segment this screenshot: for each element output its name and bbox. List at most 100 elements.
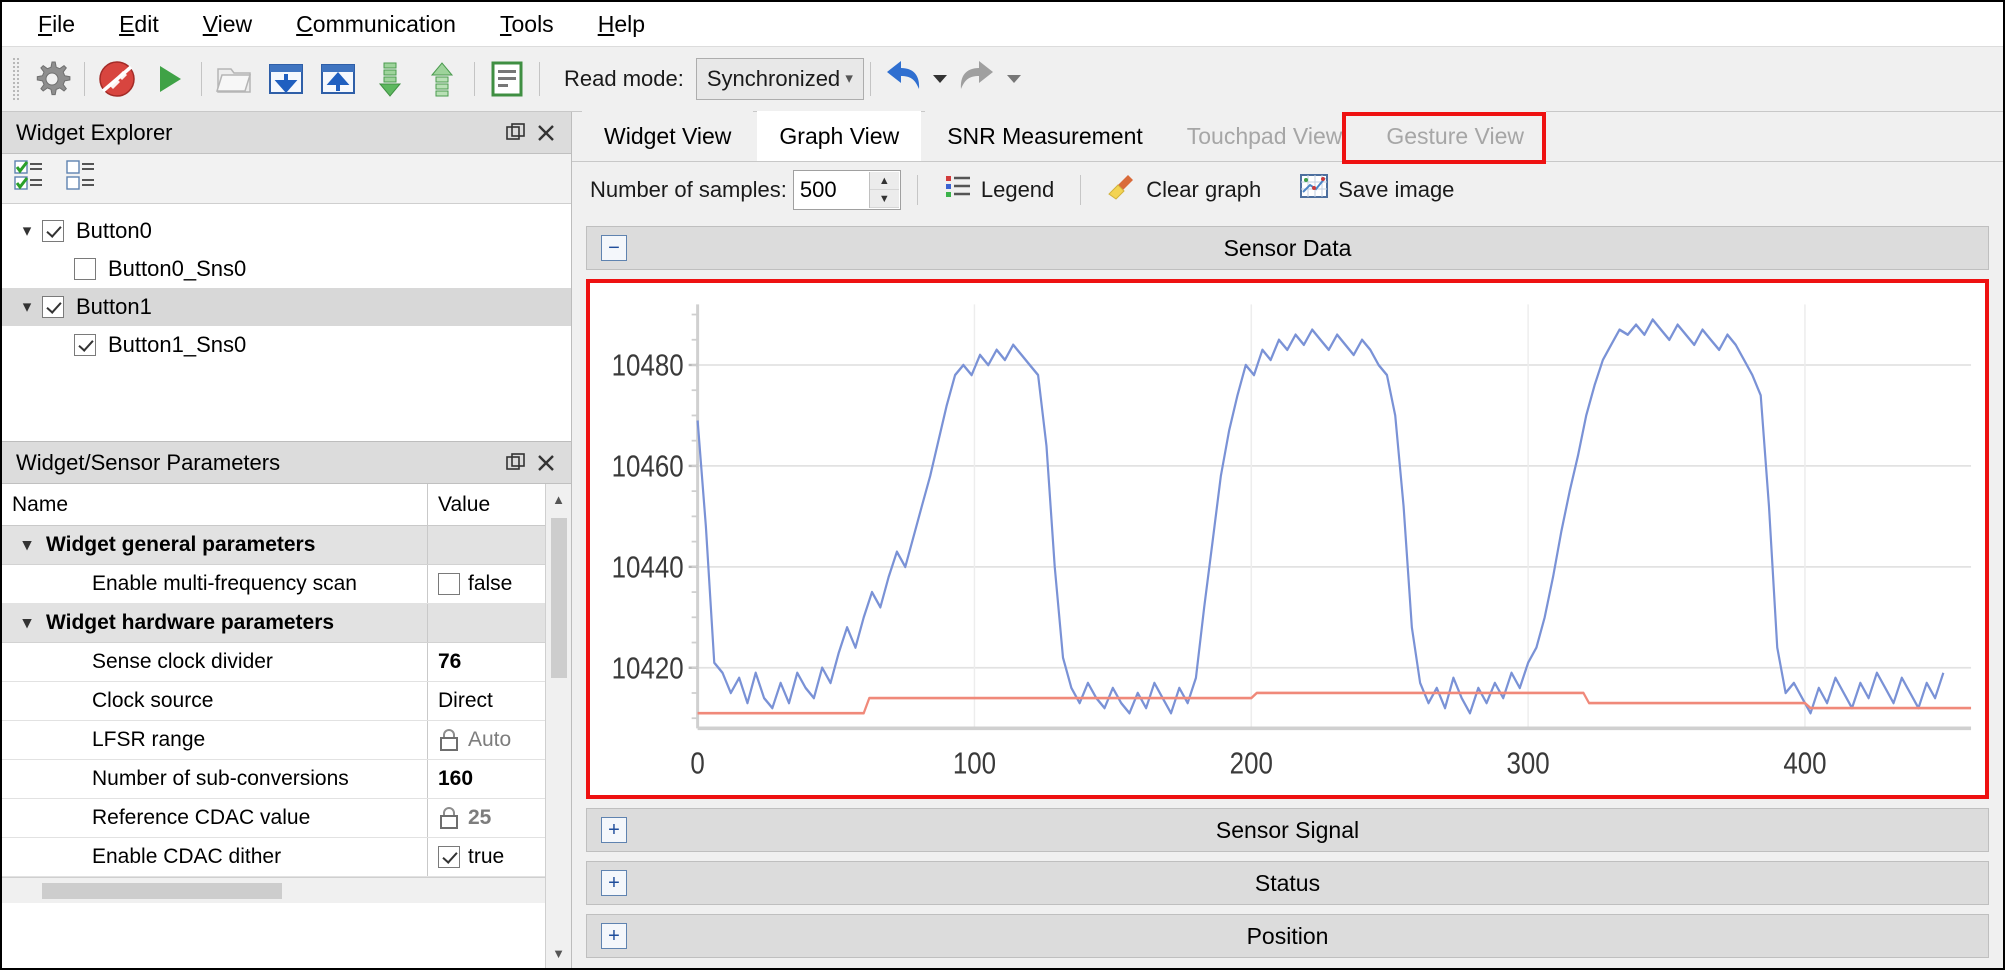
expand-icon[interactable]: + — [601, 817, 627, 843]
close-icon[interactable] — [531, 118, 561, 148]
hscroll-thumb[interactable] — [42, 882, 282, 899]
apply-to-project-icon[interactable] — [312, 53, 364, 105]
sensor-data-chart[interactable]: 10420 10440 10460 10480 0 100 200 300 400 — [586, 279, 1989, 799]
log-icon[interactable] — [481, 53, 533, 105]
menu-item-file[interactable]: File — [16, 9, 97, 40]
table-row[interactable]: Sense clock divider 76 — [2, 643, 545, 682]
menu-item-edit[interactable]: Edit — [97, 9, 181, 40]
param-checkbox[interactable] — [438, 573, 460, 595]
menu-item-communication[interactable]: Communication — [274, 9, 478, 40]
save-image-button[interactable]: Save image — [1289, 168, 1464, 212]
tree-item-button1[interactable]: ▾ Button1 — [2, 288, 571, 326]
write-all-icon[interactable] — [416, 53, 468, 105]
float-icon[interactable] — [501, 118, 531, 148]
chevron-down-icon[interactable]: ▾ — [12, 297, 42, 317]
chevron-down-icon[interactable]: ▾ — [12, 613, 42, 633]
samples-stepper[interactable]: ▲ ▼ — [792, 170, 901, 210]
toolbar-grip[interactable] — [12, 57, 20, 101]
param-value[interactable]: false — [427, 565, 545, 603]
read-mode-label: Read mode: — [564, 66, 684, 91]
menu-bar: File Edit View Communication Tools Help — [2, 2, 2003, 46]
redo-dropdown-arrow[interactable] — [1003, 53, 1025, 105]
apply-to-device-icon[interactable] — [260, 53, 312, 105]
param-value — [427, 604, 545, 642]
capsense-tuner-window: File Edit View Communication Tools Help — [0, 0, 2005, 970]
param-value[interactable]: 76 — [427, 643, 545, 681]
vscroll-thumb[interactable] — [550, 518, 567, 678]
param-value-label: false — [468, 572, 513, 595]
right-pane: Widget View Graph View SNR Measurement T… — [572, 111, 2003, 968]
disconnect-icon[interactable] — [91, 53, 143, 105]
redo-button[interactable] — [951, 53, 1003, 105]
scroll-down-arrow-icon[interactable]: ▼ — [546, 940, 571, 966]
parameters-title-bar: Widget/Sensor Parameters — [2, 442, 571, 484]
open-folder-icon[interactable] — [208, 53, 260, 105]
expand-icon[interactable]: + — [601, 923, 627, 949]
tree-checkbox[interactable] — [74, 258, 96, 280]
param-value[interactable]: true — [427, 838, 545, 876]
widget-tree[interactable]: ▾ Button0 Button0_Sns0 ▾ Button1 Button1… — [2, 204, 571, 442]
status-section-header[interactable]: + Status — [586, 861, 1989, 905]
menu-item-view[interactable]: View — [181, 9, 274, 40]
param-value[interactable]: 160 — [427, 760, 545, 798]
table-row[interactable]: Enable multi-frequency scan false — [2, 565, 545, 604]
param-name: Reference CDAC value — [2, 799, 427, 837]
lock-icon — [438, 728, 460, 752]
svg-text:0: 0 — [690, 746, 704, 781]
float-icon[interactable] — [501, 448, 531, 478]
collapse-icon[interactable]: − — [601, 235, 627, 261]
table-row[interactable]: ▾ Widget general parameters — [2, 526, 545, 565]
menu-item-help[interactable]: Help — [576, 9, 667, 40]
scroll-up-arrow-icon[interactable]: ▲ — [546, 486, 571, 512]
param-name: ▾ Widget hardware parameters — [2, 604, 427, 642]
sensor-signal-section-header[interactable]: + Sensor Signal — [586, 808, 1989, 852]
table-row[interactable]: Number of sub-conversions 160 — [2, 760, 545, 799]
param-value[interactable]: Direct — [427, 682, 545, 720]
tab-widget-view[interactable]: Widget View — [582, 111, 754, 161]
svg-text:300: 300 — [1507, 746, 1550, 781]
sensor-data-section-header[interactable]: − Sensor Data — [586, 226, 1989, 270]
read-mode-select[interactable]: Synchronized ▾ — [695, 58, 864, 100]
tree-checkbox[interactable] — [42, 296, 64, 318]
uncheck-all-icon[interactable] — [66, 159, 100, 198]
close-icon[interactable] — [531, 448, 561, 478]
legend-button[interactable]: Legend — [934, 169, 1064, 211]
check-all-icon[interactable] — [14, 159, 48, 198]
start-play-icon[interactable] — [143, 53, 195, 105]
graph-toolbar: Number of samples: ▲ ▼ — [572, 162, 2003, 218]
chevron-down-icon[interactable]: ▾ — [12, 535, 42, 555]
tab-graph-view[interactable]: Graph View — [757, 111, 922, 161]
tree-item-button0[interactable]: ▾ Button0 — [2, 212, 571, 250]
parameters-hscrollbar[interactable] — [2, 877, 545, 903]
toolbar-separator — [916, 175, 918, 205]
table-row[interactable]: LFSR range Auto — [2, 721, 545, 760]
parameters-vscrollbar[interactable]: ▲ ▼ — [545, 484, 571, 968]
param-checkbox[interactable] — [438, 846, 460, 868]
position-section-header[interactable]: + Position — [586, 914, 1989, 958]
table-row[interactable]: Reference CDAC value 25 — [2, 799, 545, 838]
tree-checkbox[interactable] — [74, 334, 96, 356]
table-row[interactable]: Clock source Direct — [2, 682, 545, 721]
tree-checkbox[interactable] — [42, 220, 64, 242]
chevron-down-icon[interactable]: ▾ — [12, 221, 42, 241]
samples-label: Number of samples: — [590, 177, 787, 202]
tree-item-button0-sns0[interactable]: Button0_Sns0 — [2, 250, 571, 288]
tree-item-button1-sns0[interactable]: Button1_Sns0 — [2, 326, 571, 364]
menu-item-tools[interactable]: Tools — [478, 9, 576, 40]
undo-button[interactable] — [877, 53, 929, 105]
param-name-label: Enable multi-frequency scan — [92, 572, 357, 595]
table-row[interactable]: ▾ Widget hardware parameters — [2, 604, 545, 643]
param-name: LFSR range — [2, 721, 427, 759]
undo-dropdown-arrow[interactable] — [929, 53, 951, 105]
tab-snr-measurement[interactable]: SNR Measurement — [925, 111, 1165, 161]
settings-gear-icon[interactable] — [26, 53, 78, 105]
stepper-down-icon[interactable]: ▼ — [869, 190, 899, 208]
stepper-up-icon[interactable]: ▲ — [869, 172, 899, 190]
clear-graph-button[interactable]: Clear graph — [1097, 168, 1271, 212]
stepper-buttons[interactable]: ▲ ▼ — [868, 172, 899, 208]
samples-input[interactable] — [793, 172, 860, 208]
read-all-icon[interactable] — [364, 53, 416, 105]
param-name-label: Reference CDAC value — [92, 806, 311, 829]
expand-icon[interactable]: + — [601, 870, 627, 896]
table-row[interactable]: Enable CDAC dither true — [2, 838, 545, 877]
